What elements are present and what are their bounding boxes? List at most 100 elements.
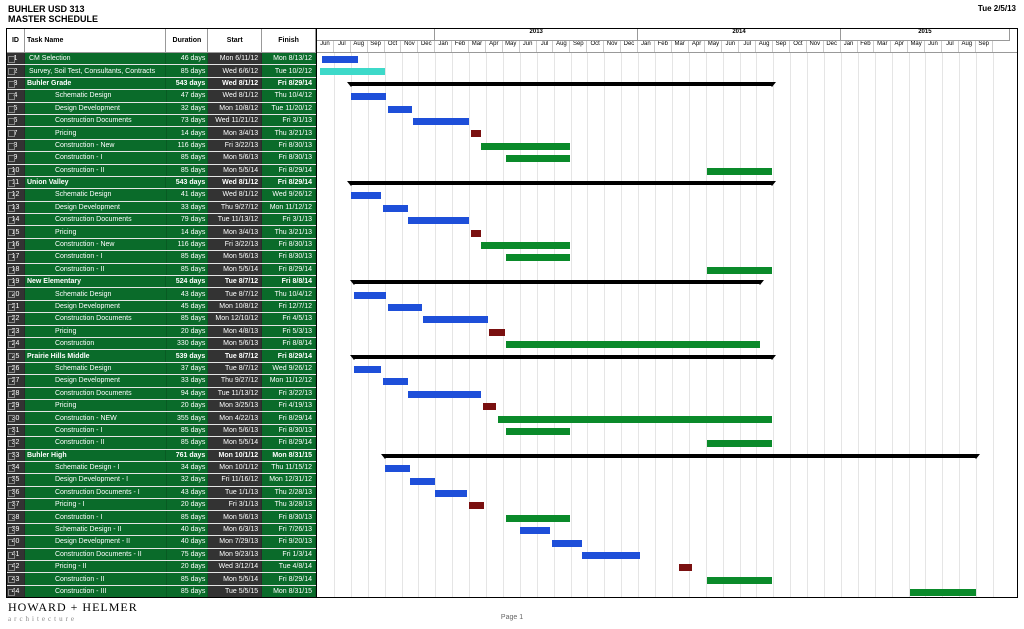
gantt-bar <box>552 540 582 547</box>
table-row: 4Schematic Design47 daysWed 8/1/12Thu 10… <box>7 90 316 102</box>
cell-duration: 20 days <box>167 561 209 572</box>
cell-name: Construction - New <box>25 140 167 151</box>
cell-duration: 45 days <box>167 301 209 312</box>
table-row: 18Construction - II85 daysMon 5/5/14Fri … <box>7 264 316 276</box>
cell-finish: Fri 8/29/14 <box>262 437 316 448</box>
month-label: Jul <box>334 41 351 53</box>
cell-duration: 85 days <box>166 65 208 76</box>
cell-duration: 32 days <box>167 103 209 114</box>
cell-finish: Thu 3/21/13 <box>262 226 316 237</box>
cell-duration: 43 days <box>167 288 209 299</box>
cell-finish: Fri 8/8/14 <box>262 338 316 349</box>
month-label: Jun <box>317 41 334 53</box>
month-label: Jan <box>435 41 452 53</box>
cell-name: CM Selection <box>25 53 167 64</box>
cell-start: Tue 5/5/15 <box>208 586 262 597</box>
cell-finish: Fri 1/3/14 <box>262 549 316 560</box>
cell-id: 4 <box>7 90 25 101</box>
timeline-header: 201320142015 JunJulAugSepOctNovDecJanFeb… <box>317 29 1017 53</box>
cell-start: Tue 1/1/13 <box>208 487 262 498</box>
cell-start: Mon 10/8/12 <box>208 103 262 114</box>
cell-start: Tue 8/7/12 <box>208 276 262 287</box>
cell-duration: 85 days <box>167 313 209 324</box>
table-row: 7Pricing14 daysMon 3/4/13Thu 3/21/13 <box>7 127 316 139</box>
month-label: Jul <box>537 41 554 53</box>
cell-finish: Mon 8/31/15 <box>262 450 316 461</box>
table-row: 33Buhler High761 daysMon 10/1/12Mon 8/31… <box>7 450 316 462</box>
cell-name: Construction - I <box>25 511 167 522</box>
month-label: Apr <box>486 41 503 53</box>
gantt-bar <box>498 416 772 423</box>
cell-name: Buhler High <box>25 450 167 461</box>
table-row: 32Construction - II85 daysMon 5/5/14Fri … <box>7 437 316 449</box>
cell-name: Construction Documents - II <box>25 549 167 560</box>
cell-id: 13 <box>7 202 25 213</box>
cell-start: Mon 5/6/13 <box>208 511 262 522</box>
cell-id: 10 <box>7 165 25 176</box>
gantt-bar <box>320 68 384 75</box>
cell-start: Wed 11/21/12 <box>208 115 262 126</box>
cell-name: Pricing - I <box>25 499 167 510</box>
cell-duration: 20 days <box>167 326 209 337</box>
gantt-bar <box>383 205 408 212</box>
cell-name: Construction Documents <box>25 214 167 225</box>
gantt-bar <box>410 478 435 485</box>
cell-duration: 355 days <box>167 412 209 423</box>
cell-id: 40 <box>7 536 25 547</box>
month-label: Feb <box>452 41 469 53</box>
table-row: 13Design Development33 daysThu 9/27/12Mo… <box>7 202 316 214</box>
gantt-bar <box>435 490 467 497</box>
month-label: May <box>503 41 520 53</box>
cell-finish: Mon 11/12/12 <box>262 375 316 386</box>
cell-start: Fri 3/22/13 <box>208 239 262 250</box>
month-label: Feb <box>655 41 672 53</box>
gantt-bar <box>506 341 760 348</box>
month-label: Dec <box>621 41 638 53</box>
cell-name: Construction Documents <box>25 313 167 324</box>
month-label: Jun <box>722 41 739 53</box>
gantt-bar <box>354 292 386 299</box>
cell-id: 26 <box>7 363 25 374</box>
cell-finish: Fri 8/30/13 <box>262 152 316 163</box>
month-label: Oct <box>790 41 807 53</box>
cell-id: 11 <box>7 177 25 188</box>
month-label: Nov <box>807 41 824 53</box>
cell-name: Construction Documents - I <box>25 487 167 498</box>
firm-logo: HOWARD + HELMER architecture <box>8 600 138 623</box>
table-row: 38Construction - I85 daysMon 5/6/13Fri 8… <box>7 511 316 523</box>
cell-id: 21 <box>7 301 25 312</box>
cell-name: Construction - NEW <box>25 412 167 423</box>
cell-id: 2 <box>7 65 25 76</box>
month-label: Apr <box>891 41 908 53</box>
cell-id: 19 <box>7 276 25 287</box>
cell-start: Mon 5/6/13 <box>208 152 262 163</box>
table-row: 41Construction Documents - II75 daysMon … <box>7 549 316 561</box>
col-start: Start <box>208 29 262 52</box>
gantt-bar <box>506 428 570 435</box>
month-label: Nov <box>604 41 621 53</box>
month-label: Jul <box>942 41 959 53</box>
gantt-bar <box>351 93 386 100</box>
cell-id: 12 <box>7 189 25 200</box>
cell-finish: Fri 3/22/13 <box>262 388 316 399</box>
cell-finish: Fri 8/30/13 <box>262 425 316 436</box>
table-row: 34Schematic Design - I34 daysMon 10/1/12… <box>7 462 316 474</box>
cell-id: 5 <box>7 103 25 114</box>
cell-start: Wed 8/1/12 <box>208 90 262 101</box>
cell-duration: 75 days <box>167 549 209 560</box>
cell-start: Wed 8/1/12 <box>208 189 262 200</box>
gantt-bar <box>582 552 639 559</box>
col-name: Task Name <box>25 29 167 52</box>
col-id: ID <box>7 29 25 52</box>
cell-start: Fri 3/1/13 <box>208 499 262 510</box>
cell-start: Mon 7/29/13 <box>208 536 262 547</box>
cell-name: Pricing <box>25 326 167 337</box>
gantt-bar <box>388 304 422 311</box>
gantt-bar <box>413 118 469 125</box>
cell-finish: Fri 8/30/13 <box>262 511 316 522</box>
cell-start: Mon 3/25/13 <box>208 400 262 411</box>
month-label: Oct <box>587 41 604 53</box>
gantt-bar <box>707 267 771 274</box>
month-label: May <box>705 41 722 53</box>
gantt-bar <box>351 181 772 185</box>
